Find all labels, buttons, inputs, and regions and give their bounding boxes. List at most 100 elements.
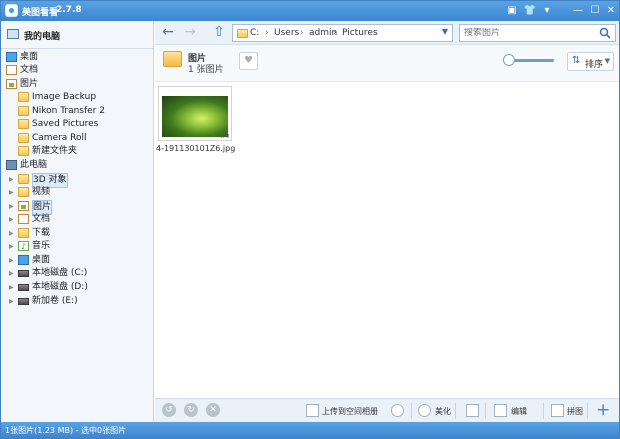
puzzle-button[interactable]: 拼图 [567, 406, 583, 417]
maximize-button[interactable]: ☐ [588, 4, 602, 18]
toolbar-divider [485, 403, 486, 419]
tree-item-label: 图片 [20, 79, 39, 89]
rotate-right-button[interactable]: ↻ [184, 403, 198, 417]
search-input[interactable] [464, 28, 594, 38]
navigation-toolbar: ← → ⇧ C: › Users › admin › Pictures ▼ [155, 21, 619, 45]
tree-item-label: Camera Roll [32, 133, 87, 143]
image-thumbnail[interactable]: jpg [158, 86, 232, 141]
video-icon [18, 187, 29, 197]
beautify-button[interactable]: 美化 [435, 406, 451, 417]
status-bar: 1张图片(1.23 MB) - 选中0张图片 [1, 422, 619, 438]
slider-handle[interactable] [503, 54, 515, 66]
app-logo-icon [5, 4, 18, 17]
breadcrumb-separator: › [265, 28, 269, 38]
sort-label: 排序 [585, 60, 604, 70]
drive-icon [18, 284, 29, 291]
tree-item-label: 音乐 [32, 241, 51, 251]
tree-item-label: Saved Pictures [32, 119, 99, 129]
up-folder-icon[interactable]: ⇧ [211, 24, 227, 40]
bottom-toolbar: ↺ ↻ ✕ 上传到空间相册 美化 编辑 拼图 + [155, 398, 619, 422]
beautify-icon[interactable] [418, 404, 431, 417]
tree-item-label: 视频 [32, 187, 51, 197]
minimize-button[interactable]: — [571, 4, 585, 18]
thumbnail-filename[interactable]: 4-191130101Z6.jpg [156, 144, 235, 153]
expand-icon[interactable]: ▶ [9, 254, 15, 267]
desktop-icon [6, 52, 17, 62]
wallpaper-icon[interactable] [466, 404, 479, 417]
status-text: 1张图片(1.23 MB) - 选中0张图片 [5, 426, 127, 435]
folder-icon [237, 29, 248, 38]
upload-to-album-button[interactable]: 上传到空间相册 [322, 406, 378, 417]
tree-item-label: 下载 [32, 228, 51, 238]
message-icon[interactable]: ▣ [505, 4, 519, 18]
drive-icon [18, 298, 29, 305]
tree-item-label: 文档 [32, 214, 51, 224]
toolbar-divider [543, 403, 544, 419]
expand-icon[interactable]: ▶ [9, 227, 15, 240]
folder-tree-sidebar: 我的电脑 桌面 文档 图片 Image Backup Nikon Transfe… [1, 21, 154, 423]
sort-button[interactable]: ⇅ 排序 ▼ [567, 52, 614, 71]
puzzle-icon[interactable] [551, 404, 564, 417]
skin-icon[interactable]: 👕 [523, 4, 537, 18]
folder-icon [18, 146, 29, 156]
delete-button[interactable]: ✕ [206, 403, 220, 417]
tree-item-label: Image Backup [32, 92, 97, 102]
close-button[interactable]: ✕ [604, 4, 618, 18]
folder-icon [18, 92, 29, 102]
search-icon[interactable] [599, 27, 611, 39]
menu-dropdown-icon[interactable]: ▾ [540, 4, 554, 18]
back-arrow-icon[interactable]: ← [160, 24, 176, 40]
drive-icon [18, 270, 29, 277]
expand-icon[interactable]: ▶ [9, 186, 15, 199]
address-dropdown-icon[interactable]: ▼ [442, 27, 448, 36]
address-bar[interactable]: C: › Users › admin › Pictures ▼ [232, 24, 453, 42]
tree-item-label: 新建文件夹 [32, 146, 78, 156]
computer-icon [6, 160, 17, 170]
folder-image-count: 1 张图片 [188, 65, 224, 75]
title-bar[interactable]: 美图看看 2.7.8 ▣ 👕 ▾ — ☐ ✕ [1, 1, 619, 21]
expand-icon[interactable]: ▶ [9, 267, 15, 280]
pictures-icon [6, 79, 17, 89]
toolbar-divider [411, 403, 412, 419]
toolbar-divider [455, 403, 456, 419]
breadcrumb-drive[interactable]: C: [250, 28, 259, 38]
breadcrumb-separator: › [333, 28, 337, 38]
expand-icon[interactable]: ▶ [9, 295, 15, 308]
edit-icon[interactable] [494, 404, 507, 417]
breadcrumb-pictures[interactable]: Pictures [342, 28, 378, 38]
weibo-share-icon[interactable] [391, 404, 404, 417]
thumbnail-grid: jpg 4-191130101Z6.jpg [155, 83, 619, 399]
computer-icon [7, 29, 19, 39]
expand-icon[interactable]: ▶ [9, 200, 15, 213]
app-version: 2.7.8 [56, 5, 82, 15]
folder-icon [18, 133, 29, 143]
add-icon[interactable]: + [596, 400, 610, 420]
expand-icon[interactable]: ▶ [9, 281, 15, 294]
upload-icon[interactable] [306, 404, 319, 417]
sidebar-header[interactable]: 我的电脑 [1, 21, 153, 49]
folder-info-bar: 图片 1 张图片 ♥ ⇅ 排序 ▼ [155, 45, 619, 82]
tree-item-label: Nikon Transfer 2 [32, 106, 105, 116]
folder-icon [18, 119, 29, 129]
search-box [459, 24, 616, 42]
desktop-icon [18, 255, 29, 265]
expand-icon[interactable]: ▶ [9, 213, 15, 226]
breadcrumb-users[interactable]: Users [274, 28, 299, 38]
pictures-icon [18, 201, 29, 211]
folder-icon [18, 174, 29, 184]
app-window: 美图看看 2.7.8 ▣ 👕 ▾ — ☐ ✕ 我的电脑 桌面 文档 图片 Ima… [0, 0, 620, 439]
download-icon [18, 228, 29, 238]
folder-icon [18, 106, 29, 116]
favorite-button[interactable]: ♥ [239, 52, 258, 70]
tree-item-label: 文档 [20, 65, 39, 75]
expand-icon[interactable]: ▶ [9, 240, 15, 253]
sort-icon: ⇅ [572, 55, 581, 66]
edit-button[interactable]: 编辑 [511, 406, 527, 417]
document-icon [18, 214, 29, 224]
rotate-left-button[interactable]: ↺ [162, 403, 176, 417]
sidebar-header-label: 我的电脑 [24, 32, 61, 42]
thumbnail-image [162, 96, 228, 137]
expand-icon[interactable]: ▶ [9, 173, 15, 186]
tree-item-label: 新加卷 (E:) [32, 296, 78, 306]
forward-arrow-icon[interactable]: → [182, 24, 198, 40]
